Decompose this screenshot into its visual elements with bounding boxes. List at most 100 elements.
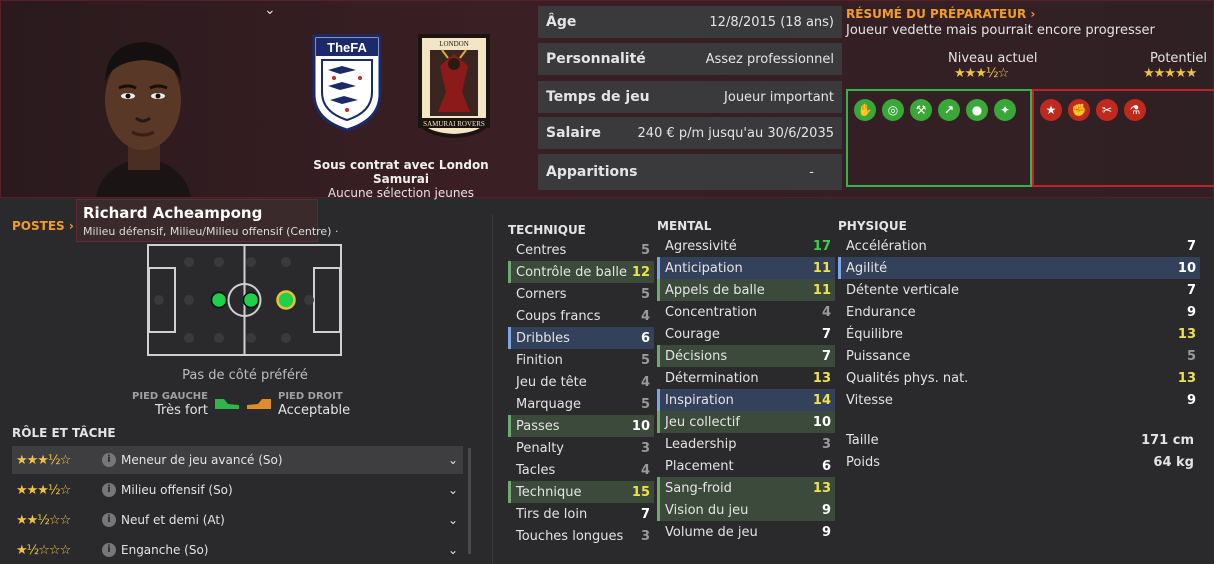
info-icon[interactable]: i: [102, 483, 116, 497]
coach-report-title[interactable]: RÉSUMÉ DU PRÉPARATEUR: [846, 7, 1026, 21]
attribute-row[interactable]: Jeu collectif 10: [657, 411, 835, 433]
attribute-row[interactable]: Leadership 3: [657, 433, 835, 455]
attribute-value: 3: [640, 440, 650, 456]
attribute-name: Qualités phys. nat.: [846, 370, 969, 386]
physique-list: Accélération 7 Agilité 10 Détente verticale 7…: [838, 235, 1200, 411]
attribute-row[interactable]: Technique 15: [508, 481, 654, 503]
attribute-row[interactable]: Accélération 7: [838, 235, 1200, 257]
attribute-row[interactable]: Finition 5: [508, 349, 654, 371]
right-foot-value: Acceptable: [278, 403, 351, 418]
attribute-value: 6: [640, 330, 650, 346]
attribute-name: Courage: [665, 326, 720, 342]
attribute-name: Corners: [516, 286, 567, 302]
attribute-row[interactable]: Placement 6: [657, 455, 835, 477]
attribute-name: Jeu de tête: [516, 374, 587, 390]
roles-scrollbar[interactable]: [468, 448, 471, 554]
target-icon[interactable]: ◎: [882, 99, 904, 121]
attribute-row[interactable]: Vision du jeu 9: [657, 499, 835, 521]
attribute-name: Agressivité: [665, 238, 737, 254]
chevron-down-icon[interactable]: ⌄: [443, 483, 463, 497]
attribute-value: 10: [812, 414, 831, 430]
attribute-row[interactable]: Agilité 10: [838, 257, 1200, 279]
broken-bone-icon[interactable]: ✂: [1096, 99, 1118, 121]
role-label: Meneur de jeu avancé (So): [121, 453, 283, 467]
info-value: 240 € p/m jusqu'au 30/6/2035: [637, 125, 834, 141]
weight-row: Poids 64 kg: [838, 451, 1200, 473]
attribute-value: 5: [640, 286, 650, 302]
club-badge[interactable]: LONDON SAMURAI ROVERS: [400, 32, 508, 139]
info-personality: Personnalité Assez professionnel: [538, 43, 842, 75]
attribute-row[interactable]: Touches longues 3: [508, 525, 654, 547]
attribute-name: Détermination: [665, 370, 759, 386]
attribute-row[interactable]: Sang-froid 13: [657, 477, 835, 499]
info-icon[interactable]: i: [102, 453, 116, 467]
attribute-value: 13: [1177, 370, 1196, 386]
boot-icon[interactable]: ✦: [994, 99, 1016, 121]
trend-up-icon[interactable]: ↗: [938, 99, 960, 121]
technique-list: Centres 5 Contrôle de balle 12 Corners 5 Coups…: [508, 239, 654, 547]
info-playing-time: Temps de jeu Joueur important: [538, 81, 842, 113]
attribute-row[interactable]: Agressivité 17: [657, 235, 835, 257]
attribute-name: Inspiration: [665, 392, 734, 408]
chevron-down-icon[interactable]: ⌄: [443, 513, 463, 527]
player-positions: Milieu défensif, Milieu/Milieu offensif …: [83, 225, 339, 238]
info-icon[interactable]: i: [102, 543, 116, 557]
attribute-row[interactable]: Coups francs 4: [508, 305, 654, 327]
attribute-row[interactable]: Concentration 4: [657, 301, 835, 323]
role-row[interactable]: ★★½☆☆ i Neuf et demi (At) ⌄: [12, 506, 463, 534]
role-stars: ★★★½☆: [16, 452, 71, 468]
attribute-row[interactable]: Passes 10: [508, 415, 654, 437]
chevron-down-icon[interactable]: ⌄: [443, 453, 463, 467]
star-icon[interactable]: ★: [1040, 99, 1062, 121]
attribute-row[interactable]: Tacles 4: [508, 459, 654, 481]
weight-value: 64 kg: [1153, 454, 1194, 470]
attribute-row[interactable]: Équilibre 13: [838, 323, 1200, 345]
attribute-row[interactable]: Décisions 7: [657, 345, 835, 367]
attribute-row[interactable]: Courage 7: [657, 323, 835, 345]
role-row[interactable]: ★½☆☆☆ i Enganche (So) ⌄: [12, 536, 463, 564]
weight-label: Poids: [846, 454, 880, 470]
positions-link[interactable]: POSTES ›: [12, 219, 74, 233]
attribute-value: 3: [640, 528, 650, 544]
attribute-row[interactable]: Détermination 13: [657, 367, 835, 389]
attribute-value: 7: [1186, 282, 1196, 298]
brain-icon[interactable]: ●: [966, 99, 988, 121]
attribute-row[interactable]: Contrôle de balle 12: [508, 261, 654, 283]
attribute-row[interactable]: Appels de balle 11: [657, 279, 835, 301]
attribute-row[interactable]: Dribbles 6: [508, 327, 654, 349]
fist-icon[interactable]: ✊: [1068, 99, 1090, 121]
attribute-value: 17: [812, 238, 831, 254]
right-foot: PIED DROIT Acceptable: [278, 390, 388, 418]
attribute-row[interactable]: Puissance 5: [838, 345, 1200, 367]
attribute-value: 7: [821, 326, 831, 342]
attribute-row[interactable]: Inspiration 14: [657, 389, 835, 411]
attribute-row[interactable]: Centres 5: [508, 239, 654, 261]
handshake-icon[interactable]: ✋: [854, 99, 876, 121]
current-ability-label: Niveau actuel: [948, 51, 1038, 66]
positions-title[interactable]: POSTES: [12, 219, 65, 233]
attribute-row[interactable]: Volume de jeu 9: [657, 521, 835, 543]
attribute-row[interactable]: Corners 5: [508, 283, 654, 305]
attribute-row[interactable]: Qualités phys. nat. 13: [838, 367, 1200, 389]
chevron-down-icon[interactable]: ⌄: [443, 543, 463, 557]
attribute-row[interactable]: Marquage 5: [508, 393, 654, 415]
coach-report-link[interactable]: RÉSUMÉ DU PRÉPARATEUR ›: [846, 7, 1035, 21]
attribute-row[interactable]: Jeu de tête 4: [508, 371, 654, 393]
attribute-row[interactable]: Tirs de loin 7: [508, 503, 654, 525]
flask-icon[interactable]: ⚗: [1124, 99, 1146, 121]
national-team-badge[interactable]: TheFA: [312, 34, 382, 132]
wrench-icon[interactable]: ⚒: [910, 99, 932, 121]
attribute-row[interactable]: Anticipation 11: [657, 257, 835, 279]
chevron-down-icon[interactable]: ⌄: [264, 2, 276, 18]
info-icon[interactable]: i: [102, 513, 116, 527]
role-row[interactable]: ★★★½☆ i Meneur de jeu avancé (So) ⌄: [12, 446, 463, 474]
role-row[interactable]: ★★★½☆ i Milieu offensif (So) ⌄: [12, 476, 463, 504]
attribute-value: 10: [631, 418, 650, 434]
attribute-row[interactable]: Endurance 9: [838, 301, 1200, 323]
attribute-row[interactable]: Penalty 3: [508, 437, 654, 459]
info-key: Salaire: [546, 125, 601, 141]
physique-title: PHYSIQUE: [838, 219, 907, 233]
height-row: Taille 171 cm: [838, 429, 1200, 451]
attribute-row[interactable]: Détente verticale 7: [838, 279, 1200, 301]
attribute-row[interactable]: Vitesse 9: [838, 389, 1200, 411]
